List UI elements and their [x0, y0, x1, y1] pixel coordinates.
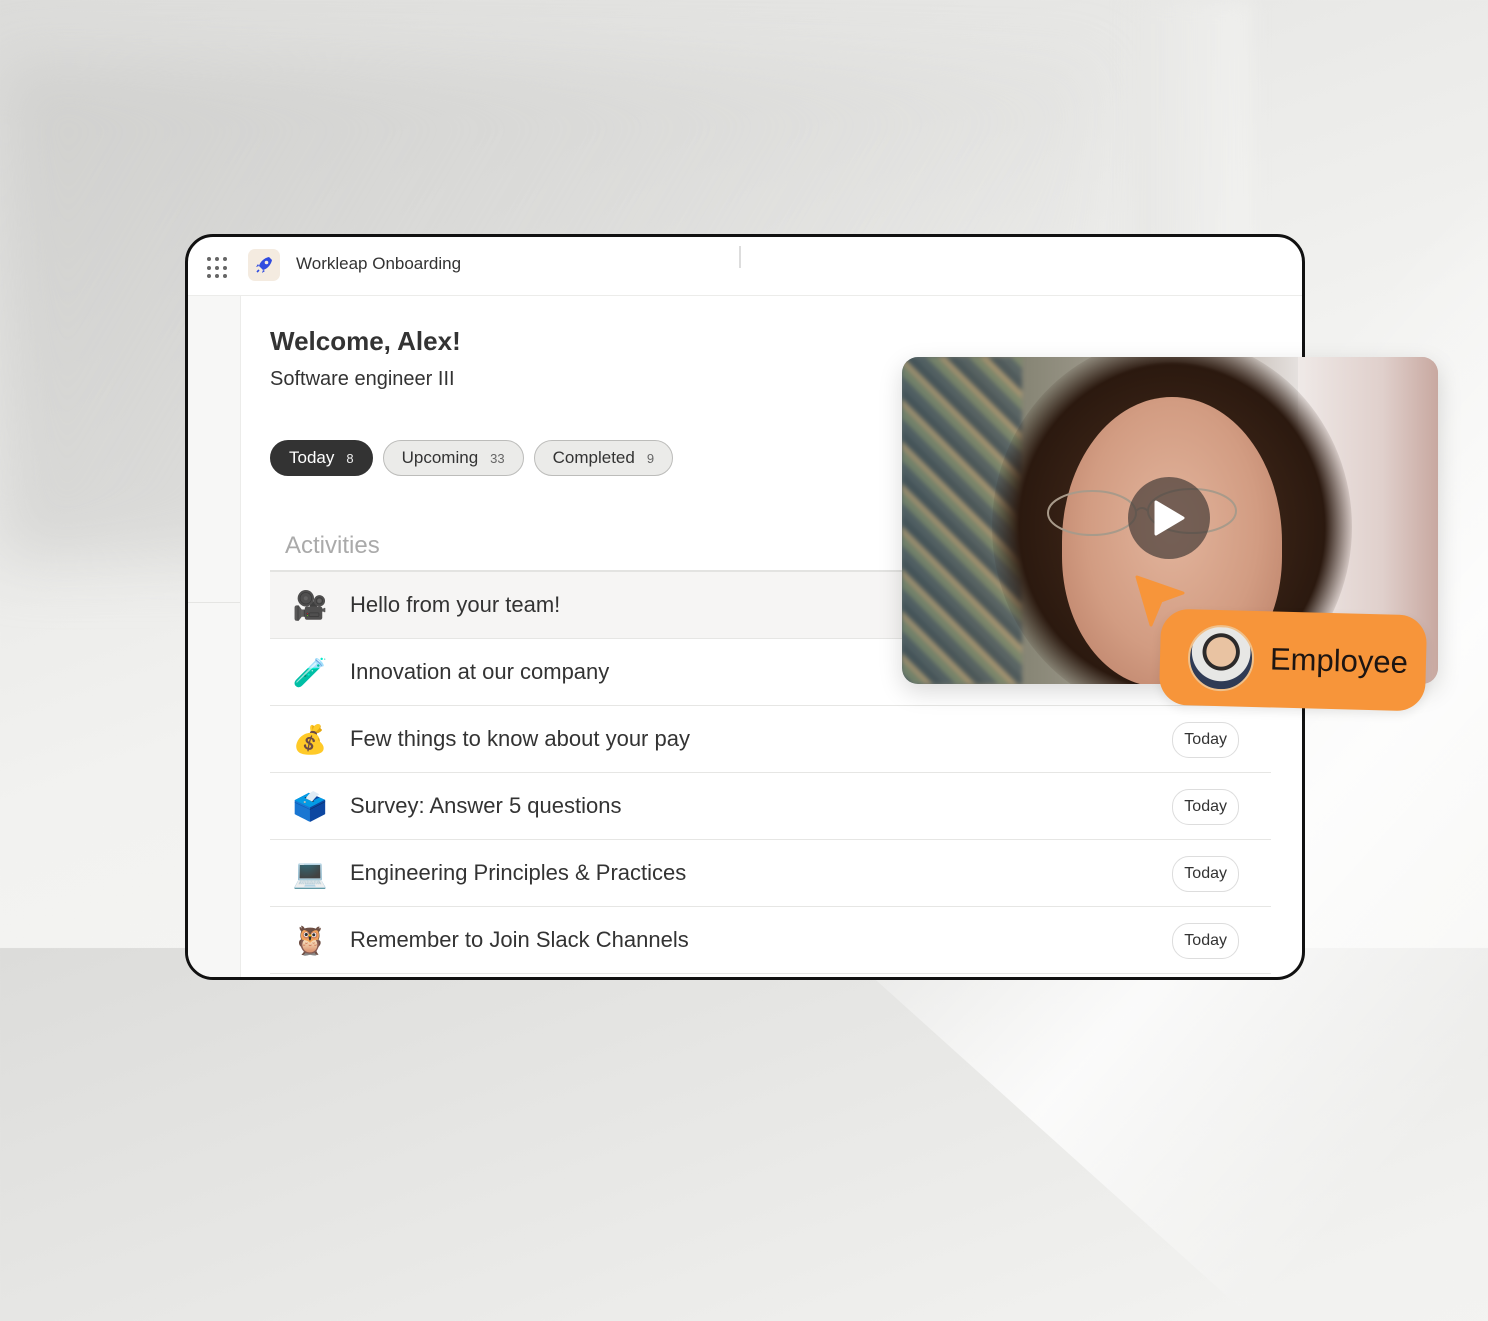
sidebar-divider [188, 602, 240, 603]
title-bar-divider [739, 246, 741, 268]
tab-label: Today [289, 448, 335, 467]
list-item[interactable]: 💻 Engineering Principles & Practices Tod… [270, 840, 1271, 907]
play-icon [1154, 500, 1185, 536]
sidebar [188, 296, 241, 977]
due-badge: Today [1172, 856, 1239, 892]
due-badge: Today [1172, 923, 1239, 959]
list-item[interactable]: 💰 Few things to know about your pay Toda… [270, 706, 1271, 773]
tab-today[interactable]: Today 8 [270, 440, 373, 476]
tab-count: 8 [346, 450, 354, 466]
employee-tag: Employee [1158, 608, 1428, 712]
tab-count: 33 [490, 450, 505, 466]
tab-count: 9 [646, 450, 655, 466]
ballot-box-icon: 🗳️ [292, 790, 328, 822]
title-bar: Workleap Onboarding [188, 237, 1302, 296]
list-item[interactable]: 🗳️ Survey: Answer 5 questions Today [270, 773, 1271, 840]
movie-camera-icon: 🎥 [292, 589, 328, 621]
grid-icon[interactable] [207, 257, 229, 279]
due-badge: Today [1172, 722, 1239, 758]
laptop-icon: 💻 [292, 857, 328, 889]
activity-tabs: Today 8 Upcoming 33 Completed 9 [270, 440, 674, 476]
tab-label: Upcoming [401, 448, 479, 467]
job-title: Software engineer III [270, 368, 455, 390]
activity-title: Remember to Join Slack Channels [350, 927, 689, 952]
owl-icon: 🦉 [292, 924, 328, 956]
activity-title: Hello from your team! [350, 592, 561, 617]
avatar [1187, 624, 1255, 692]
list-item[interactable]: 🦉 Remember to Join Slack Channels Today [270, 907, 1271, 974]
tab-label: Completed [552, 448, 635, 467]
activity-title: Survey: Answer 5 questions [350, 793, 622, 818]
rocket-icon [248, 249, 280, 281]
activity-title: Innovation at our company [350, 659, 610, 684]
tab-upcoming[interactable]: Upcoming 33 [382, 440, 524, 476]
activity-title: Engineering Principles & Practices [350, 860, 687, 885]
employee-label: Employee [1269, 641, 1409, 681]
test-tube-icon: 🧪 [292, 656, 328, 688]
activities-heading: Activities [285, 532, 380, 559]
due-badge: Today [1172, 789, 1239, 825]
welcome-heading: Welcome, Alex! [270, 326, 461, 356]
app-title: Workleap Onboarding [296, 254, 462, 273]
tab-completed[interactable]: Completed 9 [533, 440, 674, 476]
play-button[interactable] [1128, 477, 1210, 559]
money-bag-icon: 💰 [292, 723, 328, 755]
activity-title: Few things to know about your pay [350, 726, 690, 751]
